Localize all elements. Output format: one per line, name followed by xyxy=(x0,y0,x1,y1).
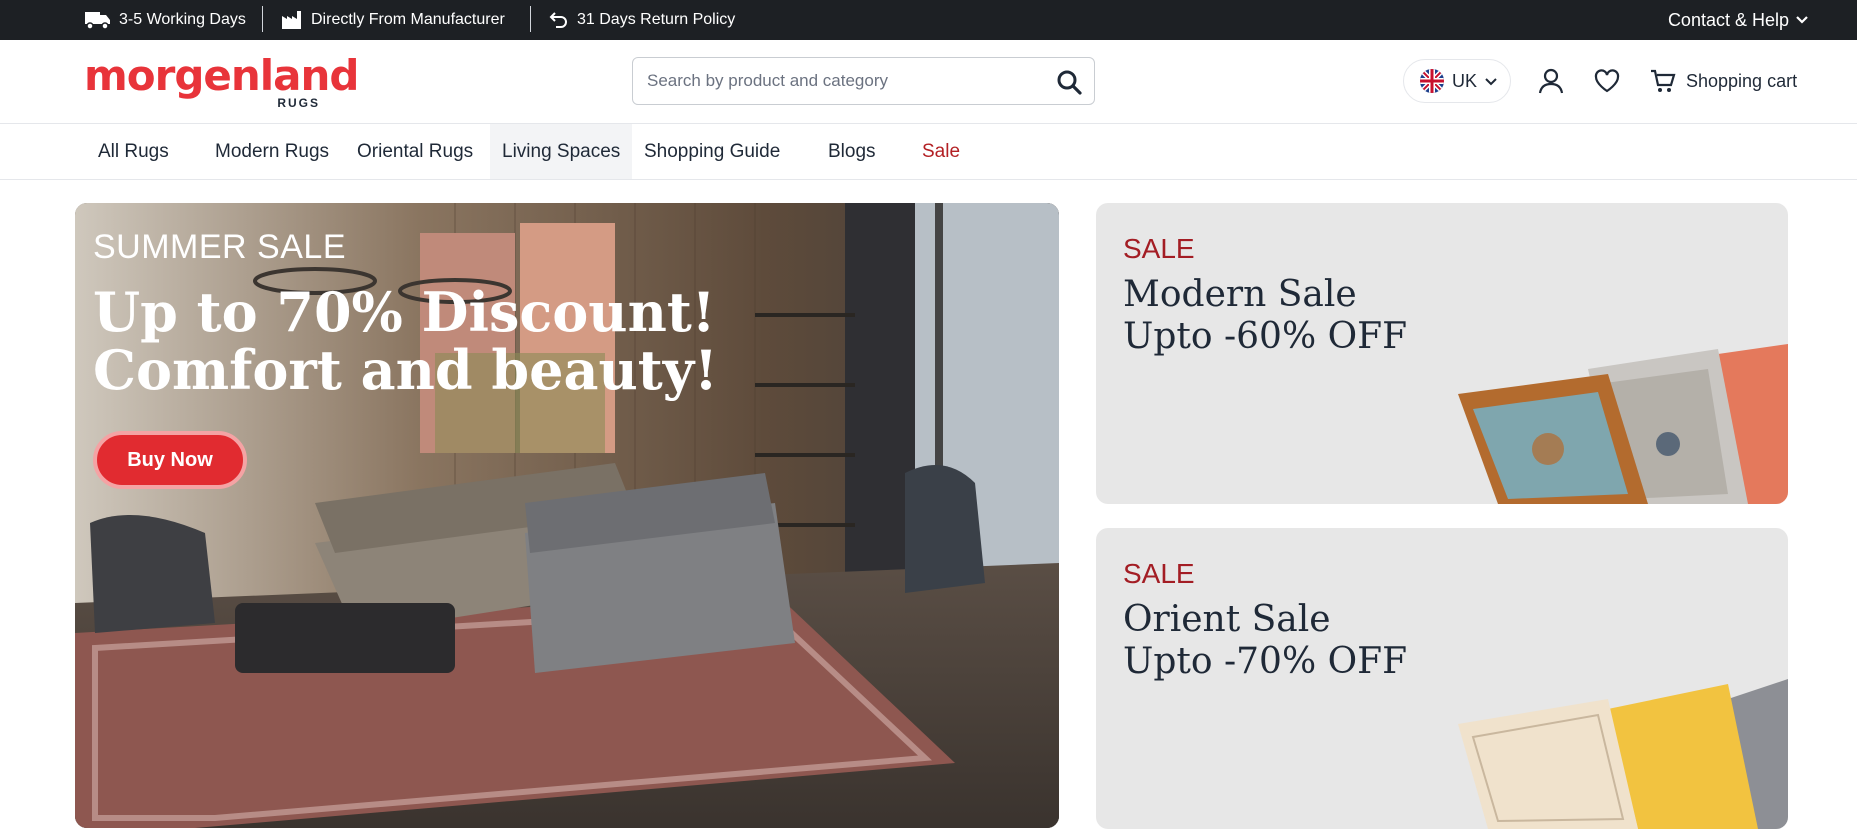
manufacturer-text: Directly From Manufacturer xyxy=(311,11,505,28)
cart-icon xyxy=(1651,69,1676,92)
user-account-icon[interactable] xyxy=(1537,67,1565,95)
logo[interactable]: morgenland RUGS xyxy=(84,52,359,112)
nav-item-oriental-rugs[interactable]: Oriental Rugs xyxy=(345,124,485,179)
search-icon[interactable] xyxy=(1056,69,1082,95)
divider xyxy=(262,6,263,32)
promo-title: Modern Sale Upto -60% OFF xyxy=(1123,274,1407,358)
orient-sale-card[interactable]: SALE Orient Sale Upto -70% OFF xyxy=(1096,528,1788,829)
logo-subtitle: RUGS xyxy=(277,96,320,110)
nav-item-shopping-guide[interactable]: Shopping Guide xyxy=(632,124,792,179)
modern-sale-card[interactable]: SALE Modern Sale Upto -60% OFF xyxy=(1096,203,1788,504)
delivery-text: 3-5 Working Days xyxy=(119,11,246,28)
nav-item-all-rugs[interactable]: All Rugs xyxy=(86,124,181,179)
promo-title-line-2: Upto -60% OFF xyxy=(1123,316,1408,357)
heart-wishlist-icon[interactable] xyxy=(1593,67,1621,95)
promo-title: Orient Sale Upto -70% OFF xyxy=(1123,599,1407,683)
modern-rugs-image xyxy=(1458,344,1788,504)
language-selector[interactable]: UK xyxy=(1403,59,1511,103)
hero-headline-line-1: Up to 70% Discount! xyxy=(93,280,716,344)
orient-rugs-image xyxy=(1458,679,1788,829)
uk-flag-icon xyxy=(1420,69,1444,93)
contact-help-menu[interactable]: Contact & Help xyxy=(1668,0,1809,40)
promo-title-line-2: Upto -70% OFF xyxy=(1123,641,1408,682)
chevron-down-icon xyxy=(1796,16,1808,24)
nav-item-sale[interactable]: Sale xyxy=(910,124,972,179)
promo-tag: SALE xyxy=(1123,558,1195,589)
hero-banner[interactable]: SUMMER SALE Up to 70% Discount! Comfort … xyxy=(75,203,1059,828)
chevron-down-icon xyxy=(1485,77,1497,85)
divider xyxy=(530,6,531,32)
main-navigation: All Rugs Modern Rugs Oriental Rugs Livin… xyxy=(0,124,1857,180)
nav-item-modern-rugs[interactable]: Modern Rugs xyxy=(203,124,341,179)
promo-title-line-1: Orient Sale xyxy=(1123,599,1331,640)
hero-headline: Up to 70% Discount! Comfort and beauty! xyxy=(93,283,718,399)
search-box xyxy=(632,57,1095,105)
shopping-cart-button[interactable]: Shopping cart xyxy=(1650,60,1797,102)
promo-tag: SALE xyxy=(1123,233,1195,264)
cart-label: Shopping cart xyxy=(1686,70,1798,91)
nav-item-living-spaces[interactable]: Living Spaces xyxy=(490,124,633,179)
top-info-bar: 3-5 Working Days Directly From Manufactu… xyxy=(0,0,1857,40)
factory-icon xyxy=(282,11,301,29)
contact-help-label: Contact & Help xyxy=(1667,9,1789,30)
site-header: morgenland RUGS UK Shopping cart xyxy=(0,40,1857,124)
search-input[interactable] xyxy=(647,58,1037,104)
manufacturer-info: Directly From Manufacturer xyxy=(281,0,505,40)
buy-now-button[interactable]: Buy Now xyxy=(93,431,247,489)
delivery-info: 3-5 Working Days xyxy=(85,0,246,40)
returns-text: 31 Days Return Policy xyxy=(577,11,736,28)
hero-headline-line-2: Comfort and beauty! xyxy=(93,338,718,402)
truck-icon xyxy=(85,12,110,30)
hero-kicker: SUMMER SALE xyxy=(93,228,346,266)
language-label: UK xyxy=(1452,70,1478,91)
logo-wordmark: morgenland xyxy=(84,51,359,100)
return-arrow-icon xyxy=(549,12,567,28)
nav-item-blogs[interactable]: Blogs xyxy=(816,124,888,179)
promo-title-line-1: Modern Sale xyxy=(1123,274,1357,315)
returns-info: 31 Days Return Policy xyxy=(549,0,735,40)
